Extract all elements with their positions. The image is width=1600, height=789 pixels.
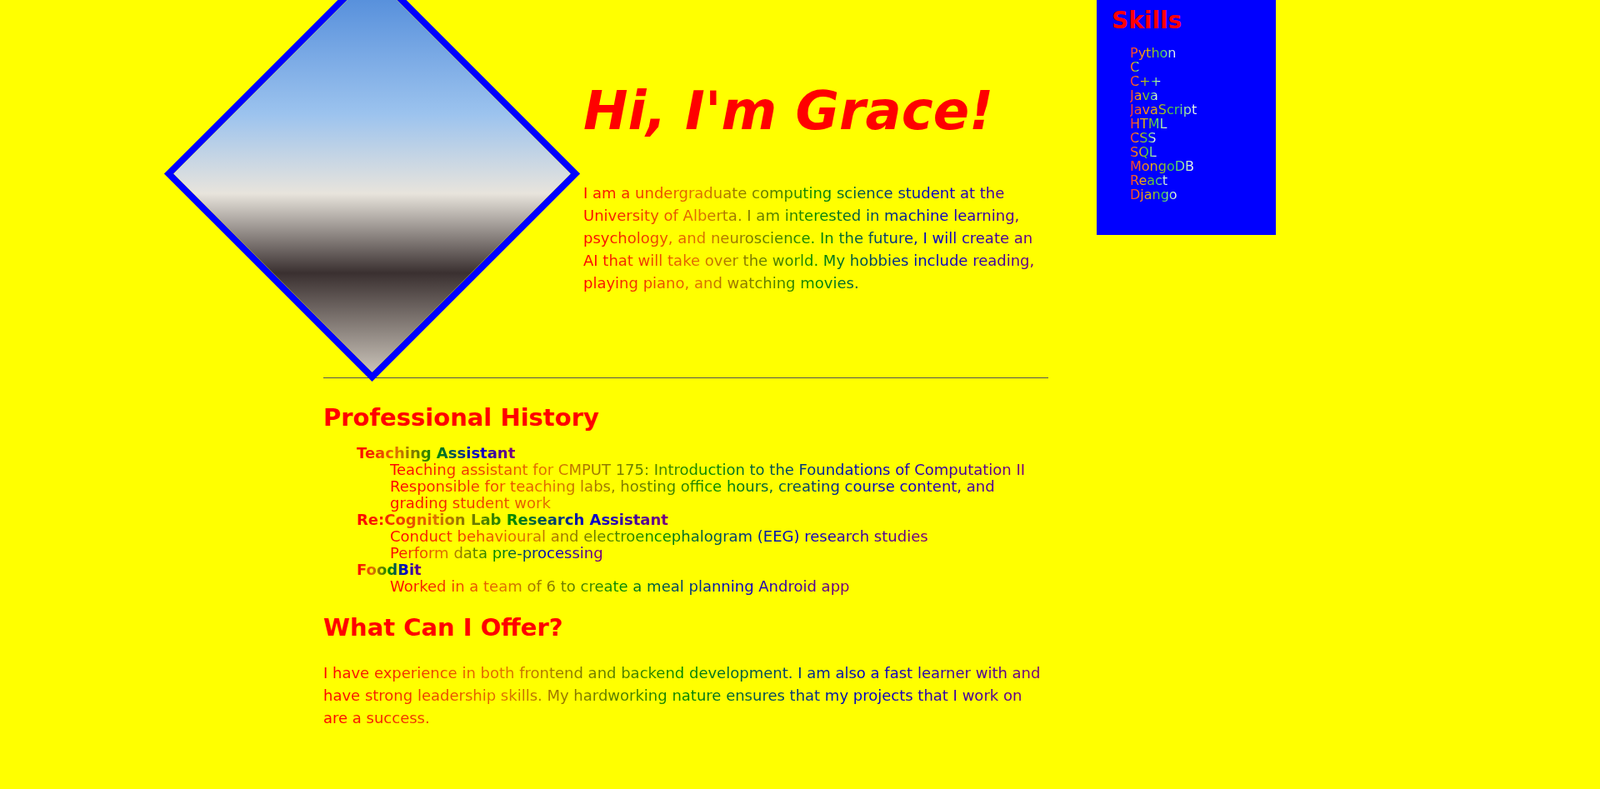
skill-item: HTML — [1130, 116, 1261, 131]
skill-name: CSS — [1130, 130, 1156, 145]
job-title-text: Teaching Assistant — [356, 445, 515, 462]
top-section: Hi, I'm Grace! I am a undergraduate compu… — [0, 0, 1600, 367]
job-title-text: Re:Cognition Lab Research Assistant — [356, 511, 669, 529]
photo-frame — [164, 0, 580, 382]
skills-title: Skills — [1111, 6, 1261, 35]
job-title: Re:Cognition Lab Research Assistant — [356, 511, 1049, 529]
skill-name: SQL — [1130, 145, 1157, 160]
history-title: Professional History — [323, 403, 1049, 432]
job-detail-text: Responsible for teaching labs, hosting o… — [390, 478, 1049, 512]
job-detail: Responsible for teaching labs, hosting o… — [390, 478, 1049, 512]
job-detail-text: Teaching assistant for CMPUT 175: Introd… — [390, 461, 1025, 479]
job-detail: Teaching assistant for CMPUT 175: Introd… — [390, 461, 1049, 479]
job-detail-text: Worked in a team of 6 to create a meal p… — [390, 578, 850, 595]
job-title-text: FoodBit — [356, 561, 422, 579]
intro-text: I am a undergraduate computing science s… — [583, 181, 1050, 295]
job-title: FoodBit — [356, 561, 1049, 579]
skill-item: C++ — [1130, 74, 1261, 89]
skill-name: Django — [1130, 187, 1178, 202]
skill-item: Django — [1130, 187, 1261, 202]
job-detail: Worked in a team of 6 to create a meal p… — [390, 578, 1049, 595]
intro-heading: Hi, I'm Grace! — [583, 79, 1050, 144]
skill-name: Java — [1130, 88, 1159, 103]
offer-title: What Can I Offer? — [323, 613, 1049, 642]
job-detail: Conduct behavioural and electroencephalo… — [390, 528, 1049, 545]
skill-name: C — [1130, 60, 1140, 75]
job-detail-text: Perform data pre-processing — [390, 545, 604, 562]
skill-item: Python — [1130, 45, 1261, 60]
skill-item: CSS — [1130, 130, 1261, 145]
job-detail: Perform data pre-processing — [390, 545, 1049, 562]
skill-item: MongoDB — [1130, 159, 1261, 174]
photo-column — [0, 0, 584, 367]
job-detail-text: Conduct behavioural and electroencephalo… — [390, 528, 929, 545]
history-list: Teaching AssistantTeaching assistant for… — [356, 445, 1049, 595]
main-content: Professional History Teaching AssistantTe… — [323, 377, 1049, 730]
skill-item: React — [1130, 173, 1261, 188]
skill-name: Python — [1130, 45, 1176, 60]
skill-name: MongoDB — [1130, 159, 1195, 174]
skill-item: SQL — [1130, 145, 1261, 160]
skill-name: C++ — [1130, 74, 1162, 89]
skills-panel: Skills PythonCC++JavaJavaScriptHTMLCSSSQL… — [1096, 0, 1276, 235]
profile-photo — [173, 0, 571, 373]
skill-name: React — [1130, 173, 1168, 188]
offer-text: I have experience in both frontend and b… — [323, 661, 1049, 730]
skill-item: Java — [1130, 88, 1261, 103]
skill-item: C — [1130, 60, 1261, 75]
divider — [323, 377, 1049, 379]
skills-list: PythonCC++JavaJavaScriptHTMLCSSSQLMongoD… — [1111, 45, 1261, 202]
job-title: Teaching Assistant — [356, 445, 1049, 462]
skill-name: JavaScript — [1130, 102, 1197, 117]
skill-item: JavaScript — [1130, 102, 1261, 117]
skill-name: HTML — [1130, 116, 1168, 131]
intro: Hi, I'm Grace! I am a undergraduate compu… — [583, 0, 1050, 295]
